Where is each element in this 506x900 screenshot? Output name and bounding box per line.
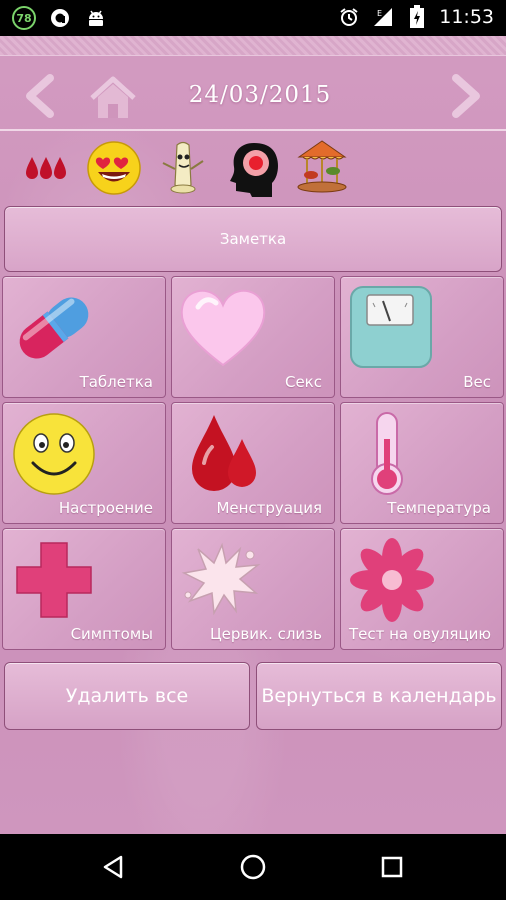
tile-label: Тест на овуляцию xyxy=(348,625,491,643)
next-arrow-icon xyxy=(452,74,480,118)
recents-nav-button[interactable] xyxy=(376,851,408,883)
back-triangle-icon xyxy=(103,855,123,879)
svg-text:E: E xyxy=(377,9,382,18)
next-day-button[interactable] xyxy=(444,74,488,118)
quick-icons-row xyxy=(0,134,506,202)
prev-arrow-icon xyxy=(26,74,54,118)
home-button[interactable] xyxy=(88,76,138,120)
tile-label: Менструация xyxy=(216,499,322,517)
tile-label: Температура xyxy=(387,499,491,517)
tile-label: Настроение xyxy=(58,499,153,517)
battery-icon xyxy=(405,5,429,29)
decorative-strip xyxy=(0,36,506,56)
carousel-icon[interactable] xyxy=(292,138,352,198)
back-nav-button[interactable] xyxy=(98,851,130,883)
heart-icon xyxy=(180,289,266,367)
delete-all-button[interactable]: Удалить все xyxy=(4,662,250,730)
blood-drops-icon[interactable] xyxy=(16,138,76,198)
recents-square-icon xyxy=(381,856,403,878)
head-brain-icon[interactable] xyxy=(226,138,286,198)
current-date: 24/03/2015 xyxy=(188,82,332,108)
tile-label: Симптомы xyxy=(70,625,153,643)
tile-cervical-mucus[interactable]: Цервик. слизь xyxy=(171,528,335,650)
signal-icon: E xyxy=(371,5,395,29)
clock: 11:53 xyxy=(439,6,494,28)
love-smiley-icon[interactable] xyxy=(84,138,144,198)
note-button-label: Заметка xyxy=(219,230,287,248)
back-to-calendar-button[interactable]: Вернуться в календарь xyxy=(256,662,502,730)
tile-weight[interactable]: Вес xyxy=(340,276,504,398)
tile-label: Секс xyxy=(284,373,322,391)
tile-sex[interactable]: Секс xyxy=(171,276,335,398)
alarm-icon xyxy=(337,5,361,29)
cross-icon xyxy=(16,542,92,618)
delete-all-label: Удалить все xyxy=(65,685,189,707)
system-nav-bar xyxy=(0,834,506,900)
tile-temperature[interactable]: Температура xyxy=(340,402,504,524)
scale-icon xyxy=(350,286,432,368)
home-circle-icon xyxy=(240,854,266,880)
home-icon xyxy=(90,76,136,118)
note-button[interactable]: Заметка xyxy=(4,206,502,272)
app-screen: 24/03/2015 Заметка Таблетка Секс Вес Нас… xyxy=(0,36,506,834)
tile-label: Таблетка xyxy=(79,373,153,391)
blood-drop-icon xyxy=(192,415,256,491)
header-divider xyxy=(0,129,506,131)
thermometer-icon xyxy=(371,412,403,495)
android-icon xyxy=(84,6,108,30)
date-header: 24/03/2015 xyxy=(0,56,506,132)
splash-icon xyxy=(181,542,261,616)
prev-day-button[interactable] xyxy=(18,74,62,118)
condom-icon[interactable] xyxy=(154,138,214,198)
home-nav-button[interactable] xyxy=(237,851,269,883)
flower-icon xyxy=(350,538,434,622)
tile-label: Вес xyxy=(463,373,491,391)
tile-symptoms[interactable]: Симптомы xyxy=(2,528,166,650)
aptoide-icon xyxy=(48,6,72,30)
tile-mood[interactable]: Настроение xyxy=(2,402,166,524)
smiley-icon xyxy=(13,413,95,495)
notification-badge: 78 xyxy=(12,6,36,30)
status-bar: 78 E 11:53 xyxy=(0,0,506,36)
tile-pill[interactable]: Таблетка xyxy=(2,276,166,398)
tile-label: Цервик. слизь xyxy=(210,625,322,643)
back-to-calendar-label: Вернуться в календарь xyxy=(261,685,497,707)
tile-ovulation-test[interactable]: Тест на овуляцию xyxy=(340,528,504,650)
tile-menstruation[interactable]: Менструация xyxy=(171,402,335,524)
pill-icon xyxy=(19,297,89,359)
